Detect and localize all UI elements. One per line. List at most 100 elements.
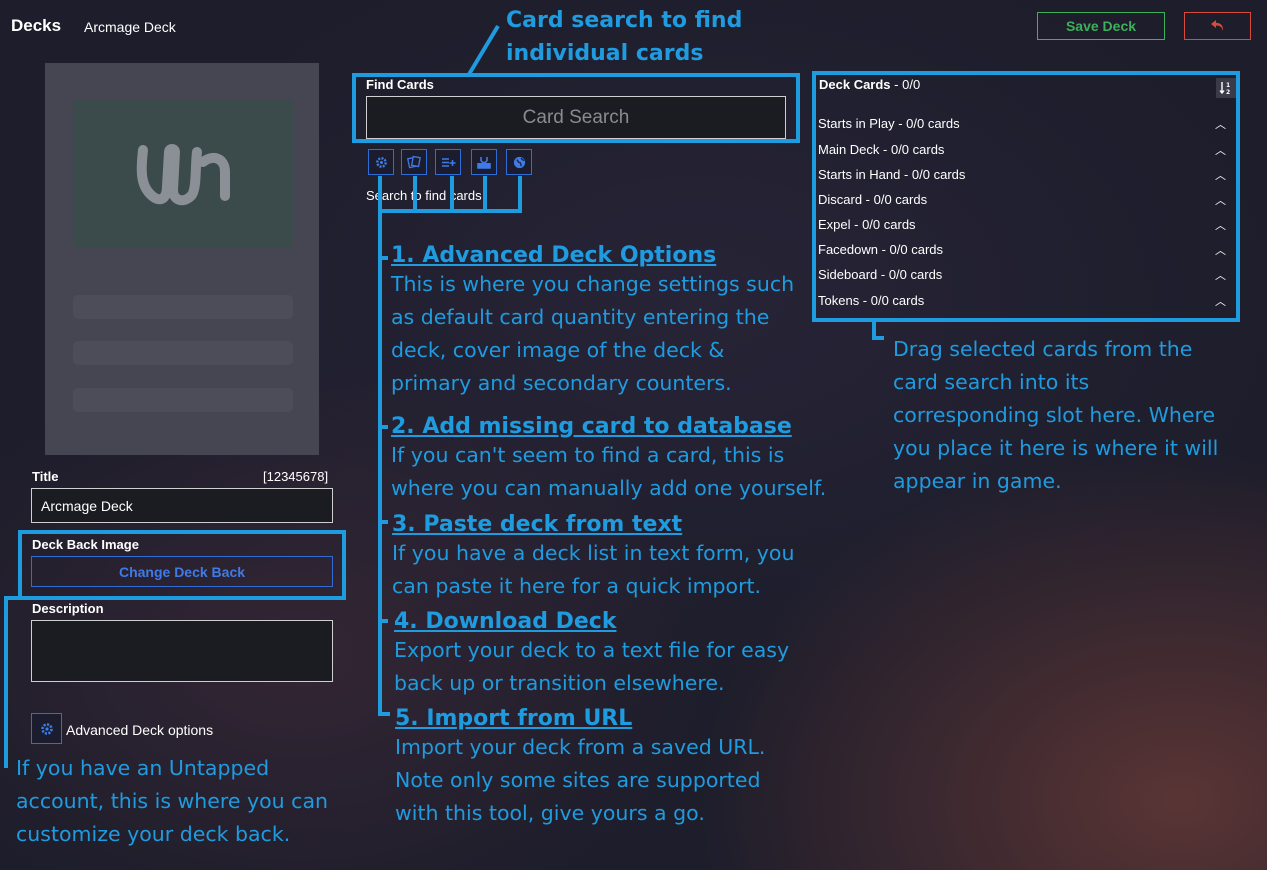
annotation-line: If you have a deck list in text form, yo… [392,541,795,565]
svg-text:2: 2 [1226,89,1230,95]
find-cards-label: Find Cards [366,77,434,92]
card-placeholder-bar [73,388,293,412]
chevron-up-icon[interactable]: ︿ [1215,192,1226,208]
annotation-2: 2. Add missing card to database If you c… [391,414,826,505]
annotation-line: as default card quantity entering the [391,305,770,329]
annotation-connector [378,619,388,623]
title-input[interactable] [31,488,333,523]
chevron-up-icon[interactable]: ︿ [1215,116,1226,132]
description-input[interactable] [31,620,333,682]
card-placeholder-bar [73,295,293,319]
annotation-connector [378,520,388,524]
deck-section-row[interactable]: Sideboard - 0/0 cards ︿ [818,267,1226,283]
chevron-up-icon[interactable]: ︿ [1215,267,1226,283]
deck-section-label: Main Deck - 0/0 cards [818,142,945,157]
globe-icon [513,156,525,168]
annotation-connector [872,336,884,340]
annotation-line: with this tool, give yours a go. [395,801,705,825]
deck-section-row[interactable]: Starts in Play - 0/0 cards ︿ [818,116,1226,132]
annotation-line: account, this is where you can [16,789,329,813]
annotation-line: back up or transition elsewhere. [394,671,725,695]
deck-section-row[interactable]: Main Deck - 0/0 cards ︿ [818,142,1226,158]
deck-back-label: Deck Back Image [32,537,139,552]
annotation-heading: 5. Import from URL [395,706,633,731]
chevron-up-icon[interactable]: ︿ [1215,167,1226,183]
deck-cards-heading: Deck Cards - 0/0 [819,77,920,92]
deck-section-label: Expel - 0/0 cards [818,217,916,232]
chevron-up-icon[interactable]: ︿ [1215,293,1226,309]
chevron-up-icon[interactable]: ︿ [1215,217,1226,233]
deck-cards-title: Deck Cards [819,77,891,92]
sort-button[interactable]: 12 [1216,78,1236,98]
annotation-line: where you can manually add one yourself. [391,476,827,500]
annotation-connector [378,425,388,429]
deck-section-label: Discard - 0/0 cards [818,192,928,207]
annotation-connector [378,712,390,716]
annotation-line: appear in game. [893,469,1062,493]
annotation-4: 4. Download Deck Export your deck to a t… [394,609,789,700]
description-label: Description [32,601,104,616]
card-art-area [73,99,293,247]
gear-icon [40,722,53,735]
undo-arrow-icon [1210,20,1223,31]
deck-section-row[interactable]: Expel - 0/0 cards ︿ [818,217,1226,233]
deck-section-row[interactable]: Starts in Hand - 0/0 cards ︿ [818,167,1226,183]
annotation-heading: 2. Add missing card to database [391,414,792,439]
annotation-5: 5. Import from URL Import your deck from… [395,706,765,830]
annotation-line: If you have an Untapped [16,756,270,780]
deck-section-label: Starts in Hand - 0/0 cards [818,167,966,182]
search-callout: Card search to find individual cards [506,4,742,70]
annotation-line: Note only some sites are supported [395,768,761,792]
annotation-connector [450,176,454,211]
add-missing-card-button[interactable] [401,149,427,175]
annotation-line: If you can't seem to find a card, this i… [391,443,785,467]
deck-note: Drag selected cards from the card search… [893,333,1218,498]
annotation-line: Export your deck to a text file for easy [394,638,790,662]
callout-line: individual cards [506,41,704,66]
annotation-connector [518,176,522,211]
deck-name-breadcrumb: Arcmage Deck [84,19,176,35]
deck-section-row[interactable]: Facedown - 0/0 cards ︿ [818,242,1226,258]
deck-section-label: Facedown - 0/0 cards [818,242,944,257]
card-placeholder-bar [73,341,293,365]
untapped-logo-icon [136,144,230,206]
advanced-options-button[interactable] [31,713,62,744]
save-deck-button[interactable]: Save Deck [1037,12,1165,40]
paste-deck-text-button[interactable] [435,149,461,175]
page-title: Decks [11,16,62,35]
download-deck-button[interactable] [471,149,497,175]
card-search-input[interactable] [366,96,786,139]
import-url-button[interactable] [506,149,532,175]
deck-section-row[interactable]: Discard - 0/0 cards ︿ [818,192,1226,208]
annotation-connector [413,176,417,211]
change-deck-back-button[interactable]: Change Deck Back [31,556,333,587]
svg-text:1: 1 [1226,82,1230,89]
annotation-line: Drag selected cards from the [893,337,1193,361]
cards-icon [407,155,421,169]
deck-section-row[interactable]: Tokens - 0/0 cards ︿ [818,293,1226,309]
title-label: Title [32,469,59,484]
search-hint: Search to find cards [366,188,482,203]
annotation-heading: 4. Download Deck [394,609,617,634]
gear-icon [375,156,387,168]
annotation-line: you place it here is where it will [893,436,1219,460]
deck-section-label: Tokens - 0/0 cards [818,293,925,308]
deck-cards-count: - 0/0 [890,77,921,92]
annotation-connector [466,24,500,78]
annotation-heading: 1. Advanced Deck Options [391,243,717,268]
annotation-connector [378,256,388,260]
deck-section-label: Starts in Play - 0/0 cards [818,116,960,131]
annotation-3: 3. Paste deck from text If you have a de… [392,512,794,603]
annotation-line: primary and secondary counters. [391,371,732,395]
advanced-deck-options-button[interactable] [368,149,394,175]
chevron-up-icon[interactable]: ︿ [1215,242,1226,258]
annotation-line: customize your deck back. [16,822,291,846]
advanced-options-label: Advanced Deck options [66,722,214,738]
back-button[interactable] [1184,12,1251,40]
annotation-connector [4,596,8,768]
chevron-up-icon[interactable]: ︿ [1215,142,1226,158]
list-add-icon [441,157,455,167]
annotation-line: deck, cover image of the deck & [391,338,725,362]
callout-line: Card search to find [506,8,743,33]
annotation-line: corresponding slot here. Where [893,403,1216,427]
